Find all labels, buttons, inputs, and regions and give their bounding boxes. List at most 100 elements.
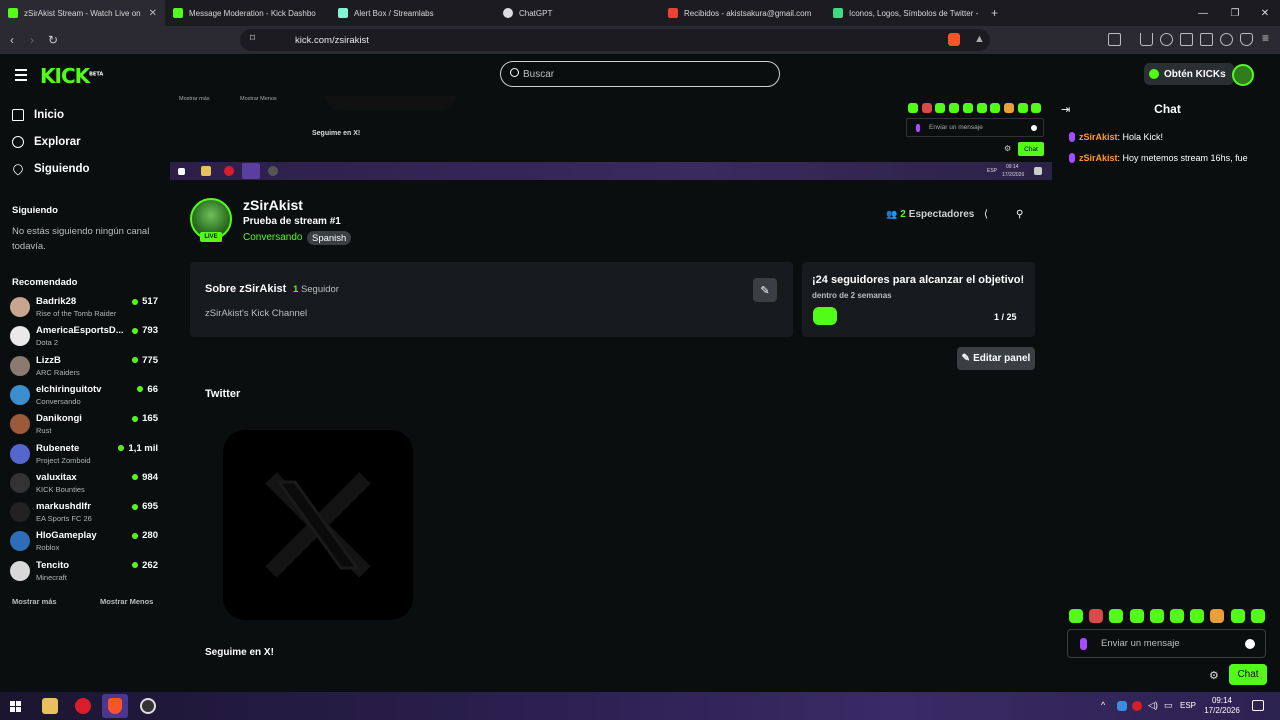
media-icon[interactable] [1160,33,1173,46]
preview-caption: Seguime en X! [312,130,361,137]
recommended-channel[interactable]: valuxitax KICK Bounties 984 [10,470,160,496]
preview-gear-icon: ⚙ [1004,144,1012,153]
edit-about-button[interactable]: ✎ [753,278,777,302]
live-dot-icon [137,386,144,393]
emote-icon[interactable] [1069,609,1083,623]
emote-icon[interactable] [1129,609,1144,623]
tray-app-icon[interactable] [1117,701,1127,711]
leo-ai-icon[interactable] [1220,33,1233,46]
recommended-channel[interactable]: Danikongi Rust 165 [10,411,160,437]
vpn-shield-icon[interactable] [1240,33,1253,46]
browser-toolbar: ‹ › ↻ kick.com/zsirakist ⌑ ▲ [0,26,1280,54]
channel-name: Rubenete [36,442,80,454]
reader-icon[interactable] [1180,33,1193,46]
taskbar-clock[interactable]: 09:14 17/2/2026 [1200,696,1244,716]
sidebar-item-siguiendo[interactable]: Siguiendo [11,159,90,179]
channel-name: Tencito [36,559,70,571]
chat-message-input[interactable]: Enviar un mensaje [1067,629,1266,658]
recommended-channel[interactable]: Rubenete Project Zomboid 1,1 mil [10,441,160,467]
chat-username[interactable]: zSirAkist [1079,132,1118,142]
close-tab-icon[interactable]: ✕ [149,8,157,19]
recommended-channel[interactable]: Badrik28 Rise of the Tomb Raider 517 [10,294,160,320]
volume-icon[interactable]: ◁) [1148,700,1158,711]
channel-avatar [10,414,30,435]
user-avatar[interactable] [1232,64,1254,86]
channel-name: AmericaEsportsD... [36,325,124,337]
browser-tab-kick-moderation[interactable]: Message Moderation - Kick Dashbo [165,0,330,26]
stream-category-link[interactable]: Conversando [243,232,302,243]
brave-rewards-icon[interactable]: ▲ [974,33,985,45]
bookmark-icon[interactable]: ⌑ [250,33,255,44]
viewer-count: 775 [132,355,158,366]
emote-icon[interactable] [1190,609,1205,623]
reload-icon[interactable]: ↻ [48,33,58,47]
viewer-count: 👥 2 Espectadores [886,209,975,220]
minimize-icon[interactable]: — [1186,0,1220,26]
recommended-channel[interactable]: Tencito Minecraft 262 [10,558,160,584]
show-less-link[interactable]: Mostrar Menos [100,597,153,606]
brave-taskbar-icon[interactable] [102,694,128,718]
network-icon[interactable]: ▭ [1164,700,1173,711]
sidebar-item-explorar[interactable]: Explorar [12,132,81,152]
recommended-channel[interactable]: HloGameplay Roblox 280 [10,528,160,554]
wallet-icon[interactable] [1200,33,1213,46]
address-bar[interactable]: kick.com/zsirakist [240,29,990,51]
pencil-icon: ✎ [760,284,770,297]
browser-tab-icons[interactable]: Iconos, Logos, Símbolos de Twitter - [825,0,985,26]
sidebar-item-inicio[interactable]: Inicio [12,105,64,125]
viewer-count: 517 [132,296,158,307]
input-language[interactable]: ESP [1180,701,1196,710]
search-input[interactable]: Buscar [500,61,780,87]
share-icon[interactable]: ⟨ [984,209,988,220]
twitter-panel-title: Twitter [205,388,241,400]
emote-icon[interactable] [1210,609,1225,623]
emote-icon[interactable] [1250,609,1265,623]
brave-shield-icon[interactable] [948,33,960,46]
obs-taskbar-icon[interactable] [140,698,156,714]
download-icon[interactable] [1140,33,1153,46]
x-logo-image[interactable] [223,430,413,620]
browser-tab-kick-stream[interactable]: zSirAkist Stream - Watch Live on ✕ [0,0,165,26]
hamburger-menu-icon[interactable] [15,69,27,81]
browser-tab-chatgpt[interactable]: ChatGPT [495,0,660,26]
emote-icon[interactable] [1109,609,1124,623]
get-kicks-button[interactable]: Obtén KICKs [1144,63,1234,85]
channel-category: Conversando [36,396,81,406]
sidebar-icon[interactable] [1108,33,1121,46]
emoji-picker-icon[interactable] [1245,639,1255,649]
chat-username[interactable]: zSirAkist [1079,153,1118,163]
emote-icon[interactable] [1170,609,1184,623]
browser-tab-streamlabs[interactable]: Alert Box / Streamlabs [330,0,495,26]
back-icon[interactable]: ‹ [10,33,14,47]
window-close-icon[interactable]: ✕ [1248,0,1280,26]
channel-avatar [10,560,30,581]
chat-settings-icon[interactable]: ⚙ [1209,669,1219,682]
recommended-channel[interactable]: LizzB ARC Raiders 775 [10,353,160,379]
recommended-channel[interactable]: AmericaEsportsD... Dota 2 793 [10,323,160,349]
emote-icon[interactable] [1089,609,1104,623]
tray-app-icon[interactable] [1132,701,1142,711]
follow-user-icon[interactable]: ⚲ [1016,209,1023,220]
recommended-channel[interactable]: markushdlfr EA Sports FC 26 695 [10,499,160,525]
send-chat-button[interactable]: Chat [1229,664,1267,685]
language-tag[interactable]: Spanish [307,231,352,245]
tray-chevron-icon[interactable]: ^ [1101,700,1105,710]
preview-show-less: Mostrar Menos [240,96,277,102]
emote-icon[interactable] [1149,609,1164,623]
recommended-channel[interactable]: elchiringuitotv Conversando 66 [10,382,160,408]
maximize-icon[interactable]: ❐ [1218,0,1252,26]
show-more-link[interactable]: Mostrar más [12,597,57,606]
emote-icon[interactable] [1230,609,1245,623]
file-explorer-icon[interactable] [42,698,58,714]
menu-icon[interactable]: ≡ [1262,31,1269,45]
emote-icon [949,103,960,113]
notification-center-icon[interactable] [1252,700,1264,711]
channel-name[interactable]: zSirAkist [243,197,303,213]
edit-panel-button[interactable]: ✎ Editar panel [957,347,1035,370]
browser-tab-gmail[interactable]: Recibidos - akistsakura@gmail.com [660,0,825,26]
kick-logo[interactable]: KICKBETA [40,64,103,88]
windows-start-icon[interactable] [10,701,21,712]
new-tab-button[interactable]: + [991,6,998,20]
forward-icon[interactable]: › [30,33,34,47]
app-icon[interactable] [75,698,91,714]
